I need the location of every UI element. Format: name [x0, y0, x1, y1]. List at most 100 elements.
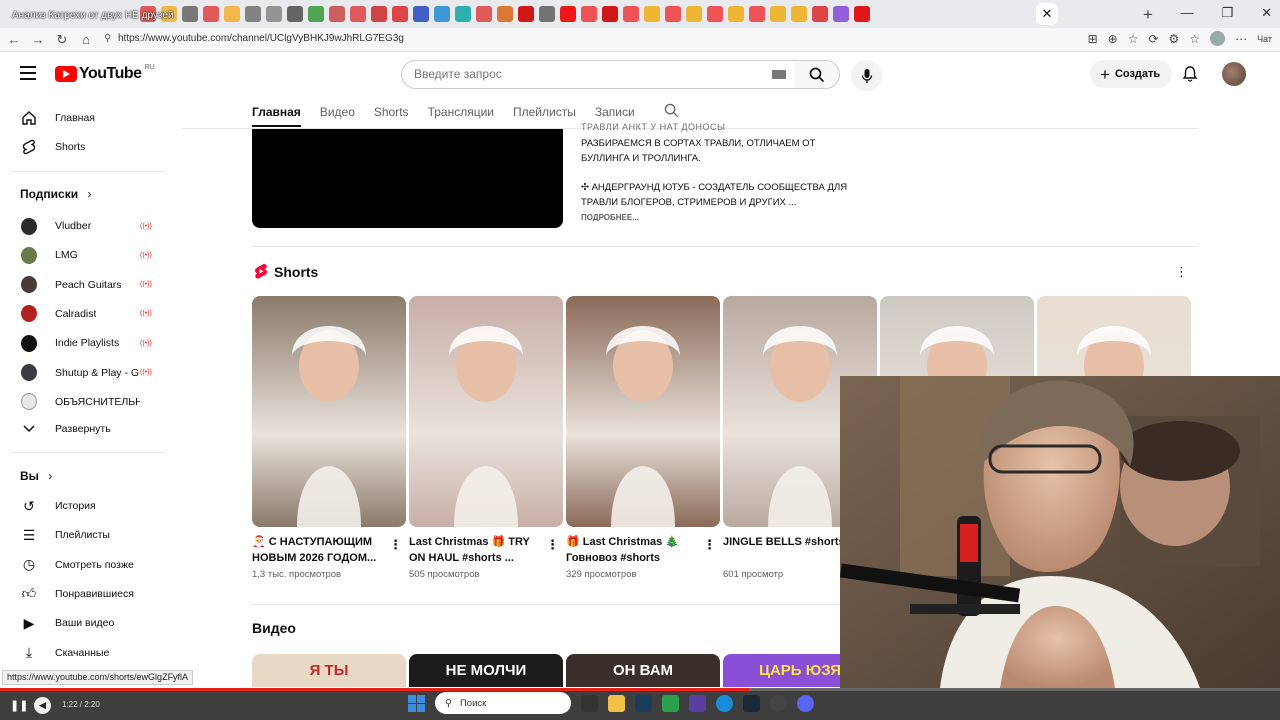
search-button[interactable] — [794, 60, 840, 89]
youtube-logo[interactable]: YouTube RU — [55, 64, 155, 83]
you-heading[interactable]: Вы › — [20, 469, 52, 483]
tab-favicon-icon[interactable] — [392, 6, 408, 22]
forward-icon[interactable]: → — [26, 32, 50, 47]
channel-tab[interactable]: Трансляции — [428, 105, 494, 119]
sidebar-expand-button[interactable]: Развернуть — [0, 416, 170, 442]
tab-favicon-icon[interactable] — [791, 6, 807, 22]
sidebar-subscription-item[interactable]: Vludber ((•)) — [0, 213, 170, 239]
site-info-icon[interactable]: ⚲ — [104, 33, 111, 44]
app-icon[interactable] — [689, 694, 706, 712]
short-more-actions-icon[interactable]: ⋮ — [546, 537, 559, 553]
tab-favicon-icon[interactable] — [476, 6, 492, 22]
tab-favicon-icon[interactable] — [560, 6, 576, 22]
obs-icon[interactable] — [770, 694, 787, 712]
tab-favicon-icon[interactable] — [602, 6, 618, 22]
close-window-icon[interactable]: ✕ — [1261, 5, 1272, 21]
collections-icon[interactable]: ☆ — [1189, 32, 1200, 46]
sidebar-subscription-item[interactable]: Shutup & Play - G... ((•)) — [0, 360, 170, 386]
notifications-bell-icon[interactable] — [1182, 65, 1198, 88]
sidebar-subscription-item[interactable]: Peach Guitars ((•)) — [0, 272, 170, 298]
short-title[interactable]: 🎅 С НАСТУПАЮЩИМ НОВЫМ 2026 ГОДОМ... — [252, 534, 384, 566]
apps-icon[interactable]: ⊞ — [1088, 32, 1098, 46]
terminal-icon[interactable] — [635, 694, 652, 712]
tab-favicon-icon[interactable] — [413, 6, 429, 22]
keyboard-icon[interactable] — [772, 70, 786, 79]
tab-favicon-icon[interactable] — [812, 6, 828, 22]
tab-favicon-icon[interactable] — [728, 6, 744, 22]
tab-favicon-icon[interactable] — [266, 6, 282, 22]
short-title[interactable]: 🎁 Last Christmas 🎄 Говновоз #shorts — [566, 534, 698, 566]
more-menu-icon[interactable]: ⋯ — [1235, 32, 1247, 46]
short-title[interactable]: JINGLE BELLS #shorts — [723, 534, 855, 566]
channel-tab[interactable]: Shorts — [374, 105, 409, 119]
extensions-icon[interactable]: ⚙ — [1169, 32, 1180, 46]
channel-tab[interactable]: Видео — [320, 105, 355, 119]
short-card[interactable]: 🎅 С НАСТУПАЮЩИМ НОВЫМ 2026 ГОДОМ... 1,3 т… — [252, 296, 406, 580]
sidebar-item-download[interactable]: ⤓ Скачанные — [0, 640, 170, 666]
url-field[interactable]: https://www.youtube.com/channel/UClgVyBH… — [118, 33, 404, 44]
sidebar-subscription-item[interactable]: Calradist ((•)) — [0, 301, 170, 327]
tab-favicon-icon[interactable] — [287, 6, 303, 22]
task-view-icon[interactable] — [581, 694, 598, 712]
channel-search-icon[interactable] — [664, 103, 679, 121]
featured-video-player[interactable] — [252, 129, 563, 228]
sidebar-subscription-item[interactable]: LMG ((•)) — [0, 242, 170, 268]
short-title[interactable]: Last Christmas 🎁 TRY ON HAUL #shorts ... — [409, 534, 541, 566]
short-card[interactable]: Last Christmas 🎁 TRY ON HAUL #shorts ...… — [409, 296, 563, 580]
home-browser-icon[interactable]: ⌂ — [74, 32, 98, 47]
sidebar-subscription-item[interactable]: ОБЪЯСНИТЕЛЬНАЯ — [0, 389, 170, 415]
tab-favicon-icon[interactable] — [749, 6, 765, 22]
short-thumbnail[interactable] — [252, 296, 406, 527]
sidebar-item-shorts[interactable]: Shorts — [0, 134, 170, 160]
tab-favicon-icon[interactable] — [203, 6, 219, 22]
favorite-star-icon[interactable]: ☆ — [1128, 32, 1139, 46]
volume-icon[interactable]: ◀ — [34, 697, 51, 714]
sidebar-subscription-item[interactable]: Indie Playlists ((•)) — [0, 330, 170, 356]
tab-favicon-icon[interactable] — [770, 6, 786, 22]
short-thumbnail[interactable] — [566, 296, 720, 527]
sidebar-item-clock[interactable]: ◷ Смотреть позже — [0, 552, 170, 578]
channel-tab[interactable]: Записи — [595, 105, 635, 119]
tab-favicon-icon[interactable] — [707, 6, 723, 22]
sidebar-item-your-videos[interactable]: ▶ Ваши видео — [0, 610, 170, 636]
tab-favicons[interactable] — [140, 6, 870, 22]
video-thumbnail[interactable]: ОН ВАМ — [566, 654, 720, 687]
tab-favicon-icon[interactable] — [644, 6, 660, 22]
tab-favicon-icon[interactable] — [854, 6, 870, 22]
pause-icon[interactable]: ❚❚ — [10, 699, 28, 712]
zoom-icon[interactable]: ⊕ — [1108, 32, 1118, 46]
tab-favicon-icon[interactable] — [665, 6, 681, 22]
read-more-link[interactable]: ПОДРОБНЕЕ... — [581, 210, 871, 225]
create-button[interactable]: + Создать — [1090, 60, 1173, 88]
short-thumbnail[interactable] — [409, 296, 563, 527]
tab-favicon-icon[interactable] — [371, 6, 387, 22]
voice-search-button[interactable] — [851, 60, 882, 91]
tab-favicon-icon[interactable] — [623, 6, 639, 22]
windows-start-icon[interactable] — [408, 694, 425, 712]
tab-favicon-icon[interactable] — [497, 6, 513, 22]
tab-favicon-icon[interactable] — [308, 6, 324, 22]
refresh-extension-icon[interactable]: ⟳ — [1148, 32, 1158, 46]
tab-favicon-icon[interactable] — [581, 6, 597, 22]
back-icon[interactable]: ← — [2, 32, 26, 47]
tab-favicon-icon[interactable] — [329, 6, 345, 22]
short-card[interactable]: 🎁 Last Christmas 🎄 Говновоз #shorts 329 п… — [566, 296, 720, 580]
channel-tab[interactable]: Плейлисты — [513, 105, 576, 119]
new-tab-button[interactable]: + — [1143, 5, 1153, 25]
video-thumbnail[interactable]: НЕ МОЛЧИ — [409, 654, 563, 687]
tab-favicon-icon[interactable] — [686, 6, 702, 22]
discord-icon[interactable] — [797, 694, 814, 712]
xbox-icon[interactable] — [662, 694, 679, 712]
reload-icon[interactable]: ↻ — [50, 32, 74, 48]
menu-icon[interactable] — [20, 66, 36, 80]
maximize-icon[interactable]: ❐ — [1221, 5, 1233, 21]
tab-favicon-icon[interactable] — [455, 6, 471, 22]
channel-tab[interactable]: Главная — [252, 105, 301, 127]
tab-favicon-icon[interactable] — [539, 6, 555, 22]
copilot-chat-button[interactable]: Чат — [1257, 34, 1272, 44]
tab-favicon-icon[interactable] — [434, 6, 450, 22]
minimize-icon[interactable]: — — [1180, 5, 1193, 21]
shorts-more-actions-icon[interactable]: ⋮ — [1175, 264, 1188, 280]
short-more-actions-icon[interactable]: ⋮ — [389, 537, 402, 553]
tab-favicon-icon[interactable] — [518, 6, 534, 22]
